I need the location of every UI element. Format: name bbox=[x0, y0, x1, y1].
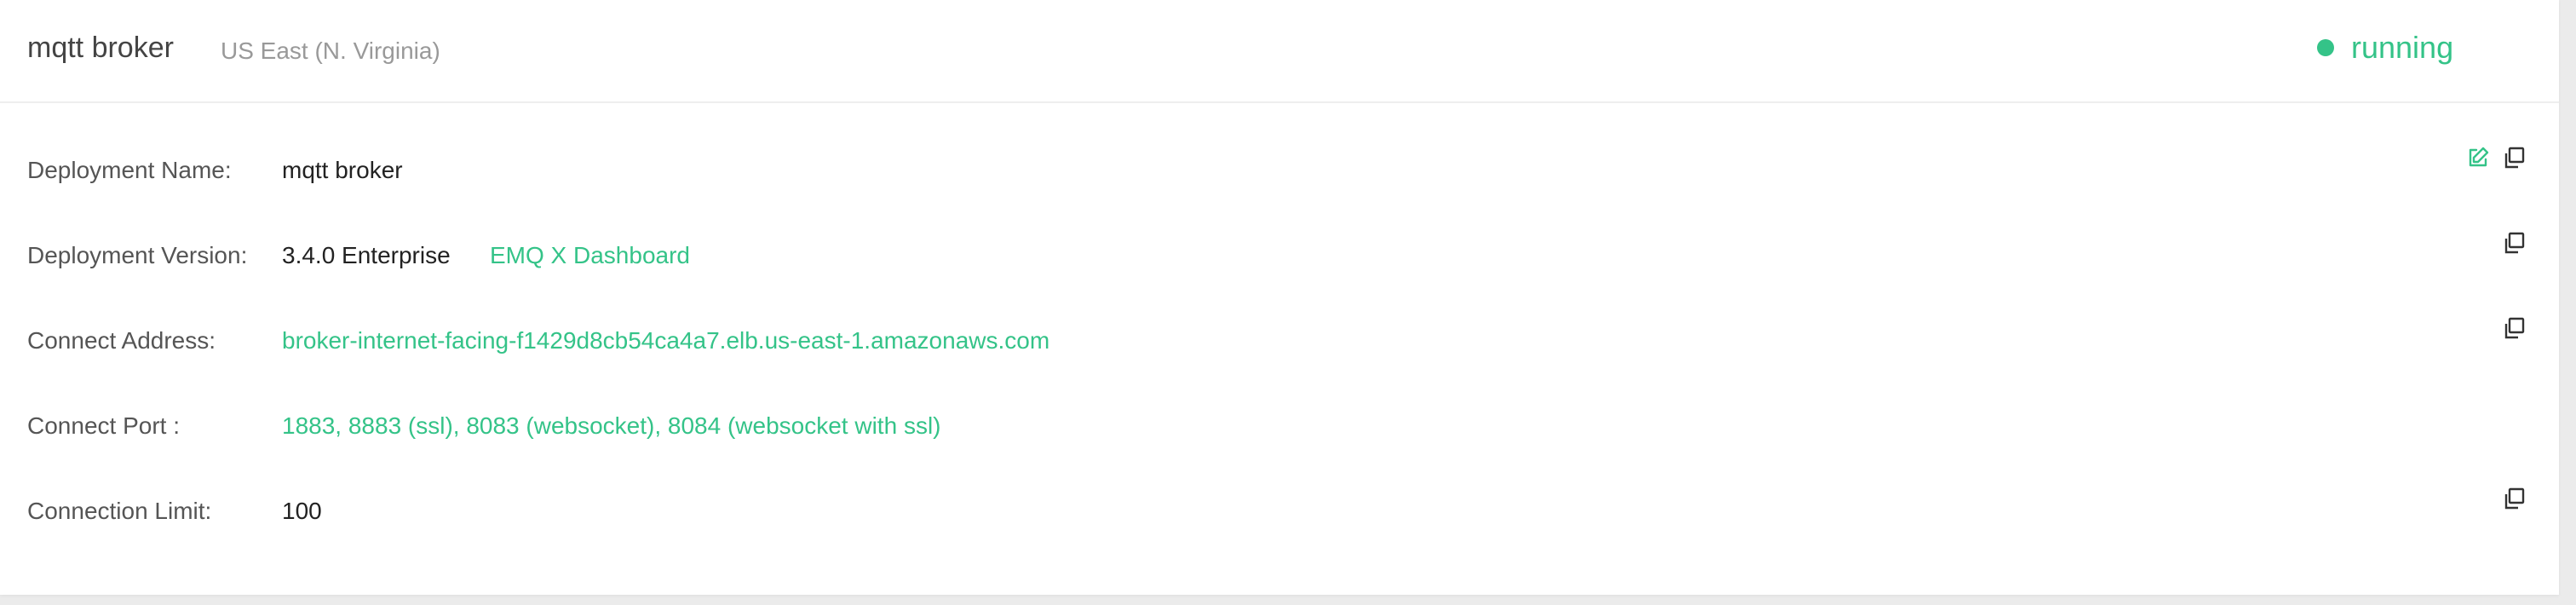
edit-icon[interactable] bbox=[2464, 143, 2493, 172]
detail-row-connection-limit: Connection Limit: 100 bbox=[0, 486, 2559, 537]
status-text: running bbox=[2351, 30, 2454, 65]
connect-port-label: Connect Port : bbox=[27, 412, 180, 439]
deployment-card: mqtt broker US East (N. Virginia) runnin… bbox=[0, 0, 2559, 595]
copy-icon[interactable] bbox=[2499, 314, 2528, 343]
connect-port-value[interactable]: 1883, 8883 (ssl), 8083 (websocket), 8084… bbox=[282, 400, 941, 452]
card-header: mqtt broker US East (N. Virginia) runnin… bbox=[0, 0, 2559, 103]
deployment-version-label: Deployment Version: bbox=[27, 242, 248, 268]
connection-limit-label: Connection Limit: bbox=[27, 498, 212, 524]
connect-address-value[interactable]: broker-internet-facing-f1429d8cb54ca4a7.… bbox=[282, 315, 1049, 366]
copy-icon[interactable] bbox=[2499, 484, 2528, 513]
status-indicator: running bbox=[2317, 29, 2453, 66]
detail-row-deployment-name: Deployment Name: mqtt broker bbox=[0, 145, 2559, 196]
connect-address-label: Connect Address: bbox=[27, 327, 216, 354]
deployment-region: US East (N. Virginia) bbox=[221, 37, 440, 64]
detail-row-connect-port: Connect Port : 1883, 8883 (ssl), 8083 (w… bbox=[0, 400, 2559, 452]
emqx-dashboard-link[interactable]: EMQ X Dashboard bbox=[490, 230, 690, 281]
detail-row-deployment-version: Deployment Version: 3.4.0 Enterprise EMQ… bbox=[0, 230, 2559, 281]
copy-icon[interactable] bbox=[2499, 228, 2528, 257]
deployment-name-label: Deployment Name: bbox=[27, 157, 232, 183]
deployment-name-value: mqtt broker bbox=[282, 157, 403, 183]
connection-limit-value: 100 bbox=[282, 498, 322, 524]
deployment-title: mqtt broker bbox=[27, 32, 174, 64]
detail-row-connect-address: Connect Address: broker-internet-facing-… bbox=[0, 315, 2559, 366]
deployment-version-value: 3.4.0 Enterprise bbox=[282, 242, 451, 268]
status-dot-icon bbox=[2317, 39, 2334, 56]
copy-icon[interactable] bbox=[2499, 143, 2528, 172]
